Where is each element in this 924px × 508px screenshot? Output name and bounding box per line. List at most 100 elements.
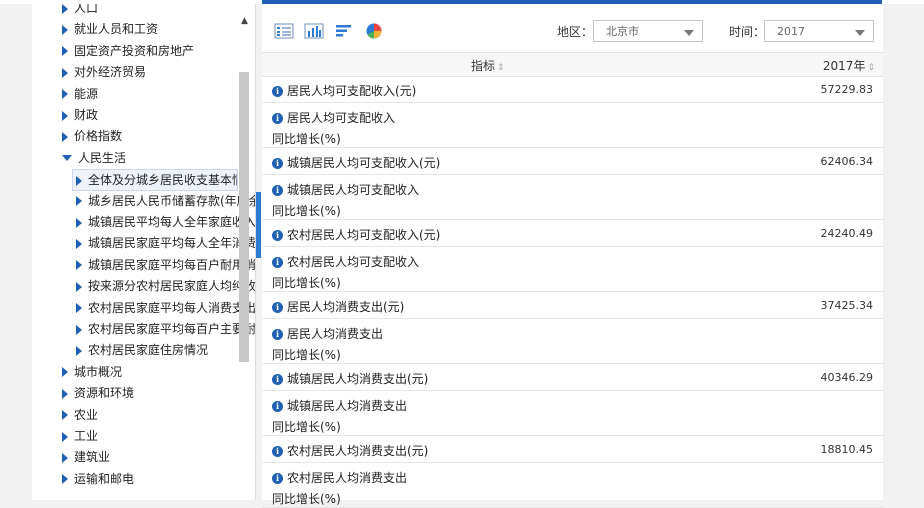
row-value: 62406.34 [820, 155, 874, 168]
tree-item[interactable]: 农业 [62, 405, 98, 425]
chevron-down-icon [684, 30, 694, 36]
tree-item[interactable]: 能源 [62, 84, 98, 104]
info-icon[interactable]: i [272, 446, 283, 457]
table-row: i 居民人均可支配收入(元) 57229.83 [262, 76, 883, 103]
time-select[interactable]: 2017 [764, 20, 874, 42]
collapsed-arrow-icon[interactable] [62, 367, 68, 378]
tree-item[interactable]: 全体及分城乡居民收支基本情况 [72, 169, 238, 192]
panel-splitter-handle[interactable] [256, 192, 261, 258]
row-indicator: i 居民人均消费支出 [272, 325, 383, 342]
tree-item-label: 人口 [74, 4, 99, 15]
table-view-icon[interactable] [274, 22, 294, 40]
row-label: 农村居民人均可支配收入 [287, 255, 420, 269]
tree-item-label: 人民生活 [78, 150, 127, 165]
row-sublabel: 同比增长(%) [272, 204, 341, 218]
collapsed-arrow-icon[interactable] [76, 238, 82, 249]
tree-item[interactable]: 建筑业 [62, 447, 110, 467]
tree-item[interactable]: 财政 [62, 105, 98, 125]
collapsed-arrow-icon[interactable] [76, 303, 82, 314]
tree-item[interactable]: 农村居民家庭平均每百户主要耐用消费品拥有量 [76, 319, 255, 339]
row-indicator: i 居民人均消费支出(元) [272, 298, 404, 315]
pie-chart-icon[interactable] [364, 22, 384, 40]
tree-item[interactable]: 按来源分农村居民家庭人均纯收入 [76, 276, 255, 296]
collapsed-arrow-icon[interactable] [62, 410, 68, 421]
collapsed-arrow-icon[interactable] [62, 46, 68, 57]
tree-item-label: 农业 [74, 407, 99, 422]
region-select[interactable]: 北京市 [593, 20, 703, 42]
row-sublabel: 同比增长(%) [272, 420, 341, 434]
row-label: 居民人均消费支出(元) [287, 300, 405, 314]
collapsed-arrow-icon[interactable] [62, 474, 68, 485]
info-icon[interactable]: i [272, 257, 283, 268]
collapsed-arrow-icon[interactable] [62, 452, 68, 463]
scroll-up-arrow-icon[interactable]: ▲ [241, 16, 248, 26]
col-header-indicator[interactable]: 指标 ⇕ [471, 57, 505, 74]
expanded-arrow-icon[interactable] [62, 155, 72, 162]
info-icon[interactable]: i [272, 185, 283, 196]
collapsed-arrow-icon[interactable] [76, 196, 82, 207]
collapsed-arrow-icon[interactable] [62, 110, 68, 121]
tree-item[interactable]: 对外经济贸易 [62, 62, 146, 82]
info-icon[interactable]: i [272, 401, 283, 412]
tree-item[interactable]: 城镇居民平均每人全年家庭收入来源 [76, 212, 256, 232]
info-icon[interactable]: i [272, 230, 283, 241]
collapsed-arrow-icon[interactable] [76, 345, 82, 356]
bar-chart-icon[interactable] [304, 22, 324, 40]
tree-item[interactable]: 农村居民家庭平均每人消费支出 [76, 298, 255, 318]
tree-item-label: 城市概况 [74, 364, 123, 379]
row-indicator: i 居民人均可支配收入(元) [272, 82, 416, 99]
col-header-year[interactable]: 2017年 ⇕ [823, 57, 875, 74]
tree-item[interactable]: 农村居民家庭住房情况 [76, 340, 208, 360]
tree-item-label: 农村居民家庭住房情况 [88, 343, 209, 358]
tree-item-label: 资源和环境 [74, 386, 135, 401]
tree-item[interactable]: 人口 [62, 4, 98, 18]
collapsed-arrow-icon[interactable] [62, 388, 68, 399]
table-row: i 农村居民人均可支配收入(元) 24240.49 [262, 220, 883, 247]
collapsed-arrow-icon[interactable] [62, 67, 68, 78]
collapsed-arrow-icon[interactable] [62, 131, 68, 142]
info-icon[interactable]: i [272, 473, 283, 484]
tree-item[interactable]: 人民生活 [62, 148, 126, 168]
tree-item[interactable]: 城乡居民人民币储蓄存款(年底余额) [76, 191, 255, 211]
table-row: i 居民人均消费支出 同比增长(%) [262, 319, 883, 364]
right-margin [883, 4, 924, 500]
region-label: 地区： [557, 25, 594, 39]
info-icon[interactable]: i [272, 158, 283, 169]
collapsed-arrow-icon[interactable] [76, 260, 82, 271]
tree-item[interactable]: 运输和邮电 [62, 469, 134, 489]
row-indicator: i 城镇居民人均可支配收入(元) [272, 154, 440, 171]
tree-item[interactable]: 资源和环境 [62, 383, 134, 403]
info-icon[interactable]: i [272, 374, 283, 385]
row-label: 农村居民人均消费支出(元) [287, 444, 429, 458]
collapsed-arrow-icon[interactable] [62, 4, 68, 14]
collapsed-arrow-icon[interactable] [62, 89, 68, 100]
tree-item[interactable]: 城市概况 [62, 362, 122, 382]
tree-item[interactable]: 固定资产投资和房地产 [62, 41, 194, 61]
collapsed-arrow-icon[interactable] [76, 175, 82, 186]
collapsed-arrow-icon[interactable] [76, 217, 82, 228]
tree-scrollbar-thumb[interactable] [239, 72, 249, 362]
collapsed-arrow-icon[interactable] [62, 24, 68, 35]
collapsed-arrow-icon[interactable] [76, 281, 82, 292]
row-value: 18810.45 [820, 443, 874, 456]
row-indicator: i 农村居民人均可支配收入 [272, 253, 419, 270]
row-value: 24240.49 [820, 227, 874, 240]
row-label: 居民人均消费支出 [287, 327, 384, 341]
info-icon[interactable]: i [272, 86, 283, 97]
row-sublabel: 同比增长(%) [272, 492, 341, 506]
collapsed-arrow-icon[interactable] [62, 431, 68, 442]
info-icon[interactable]: i [272, 329, 283, 340]
horizontal-bar-icon[interactable] [334, 22, 354, 40]
info-icon[interactable]: i [272, 113, 283, 124]
toolbar: 地区： 北京市 时间： 2017 [262, 14, 883, 50]
collapsed-arrow-icon[interactable] [76, 324, 82, 335]
table-row: i 城镇居民人均消费支出(元) 40346.29 [262, 364, 883, 391]
tree-item[interactable]: 工业 [62, 426, 98, 446]
tree-item[interactable]: 城镇居民家庭平均每人全年消费性支出 [76, 233, 255, 253]
info-icon[interactable]: i [272, 302, 283, 313]
tree-item[interactable]: 城镇居民家庭平均每百户耐用消费品拥有量 [76, 255, 255, 275]
tree-item-label: 城镇居民平均每人全年家庭收入来源 [88, 215, 256, 229]
tree-item[interactable]: 就业人员和工资 [62, 19, 158, 39]
table-row: i 居民人均可支配收入 同比增长(%) [262, 103, 883, 148]
tree-item[interactable]: 价格指数 [62, 126, 122, 146]
